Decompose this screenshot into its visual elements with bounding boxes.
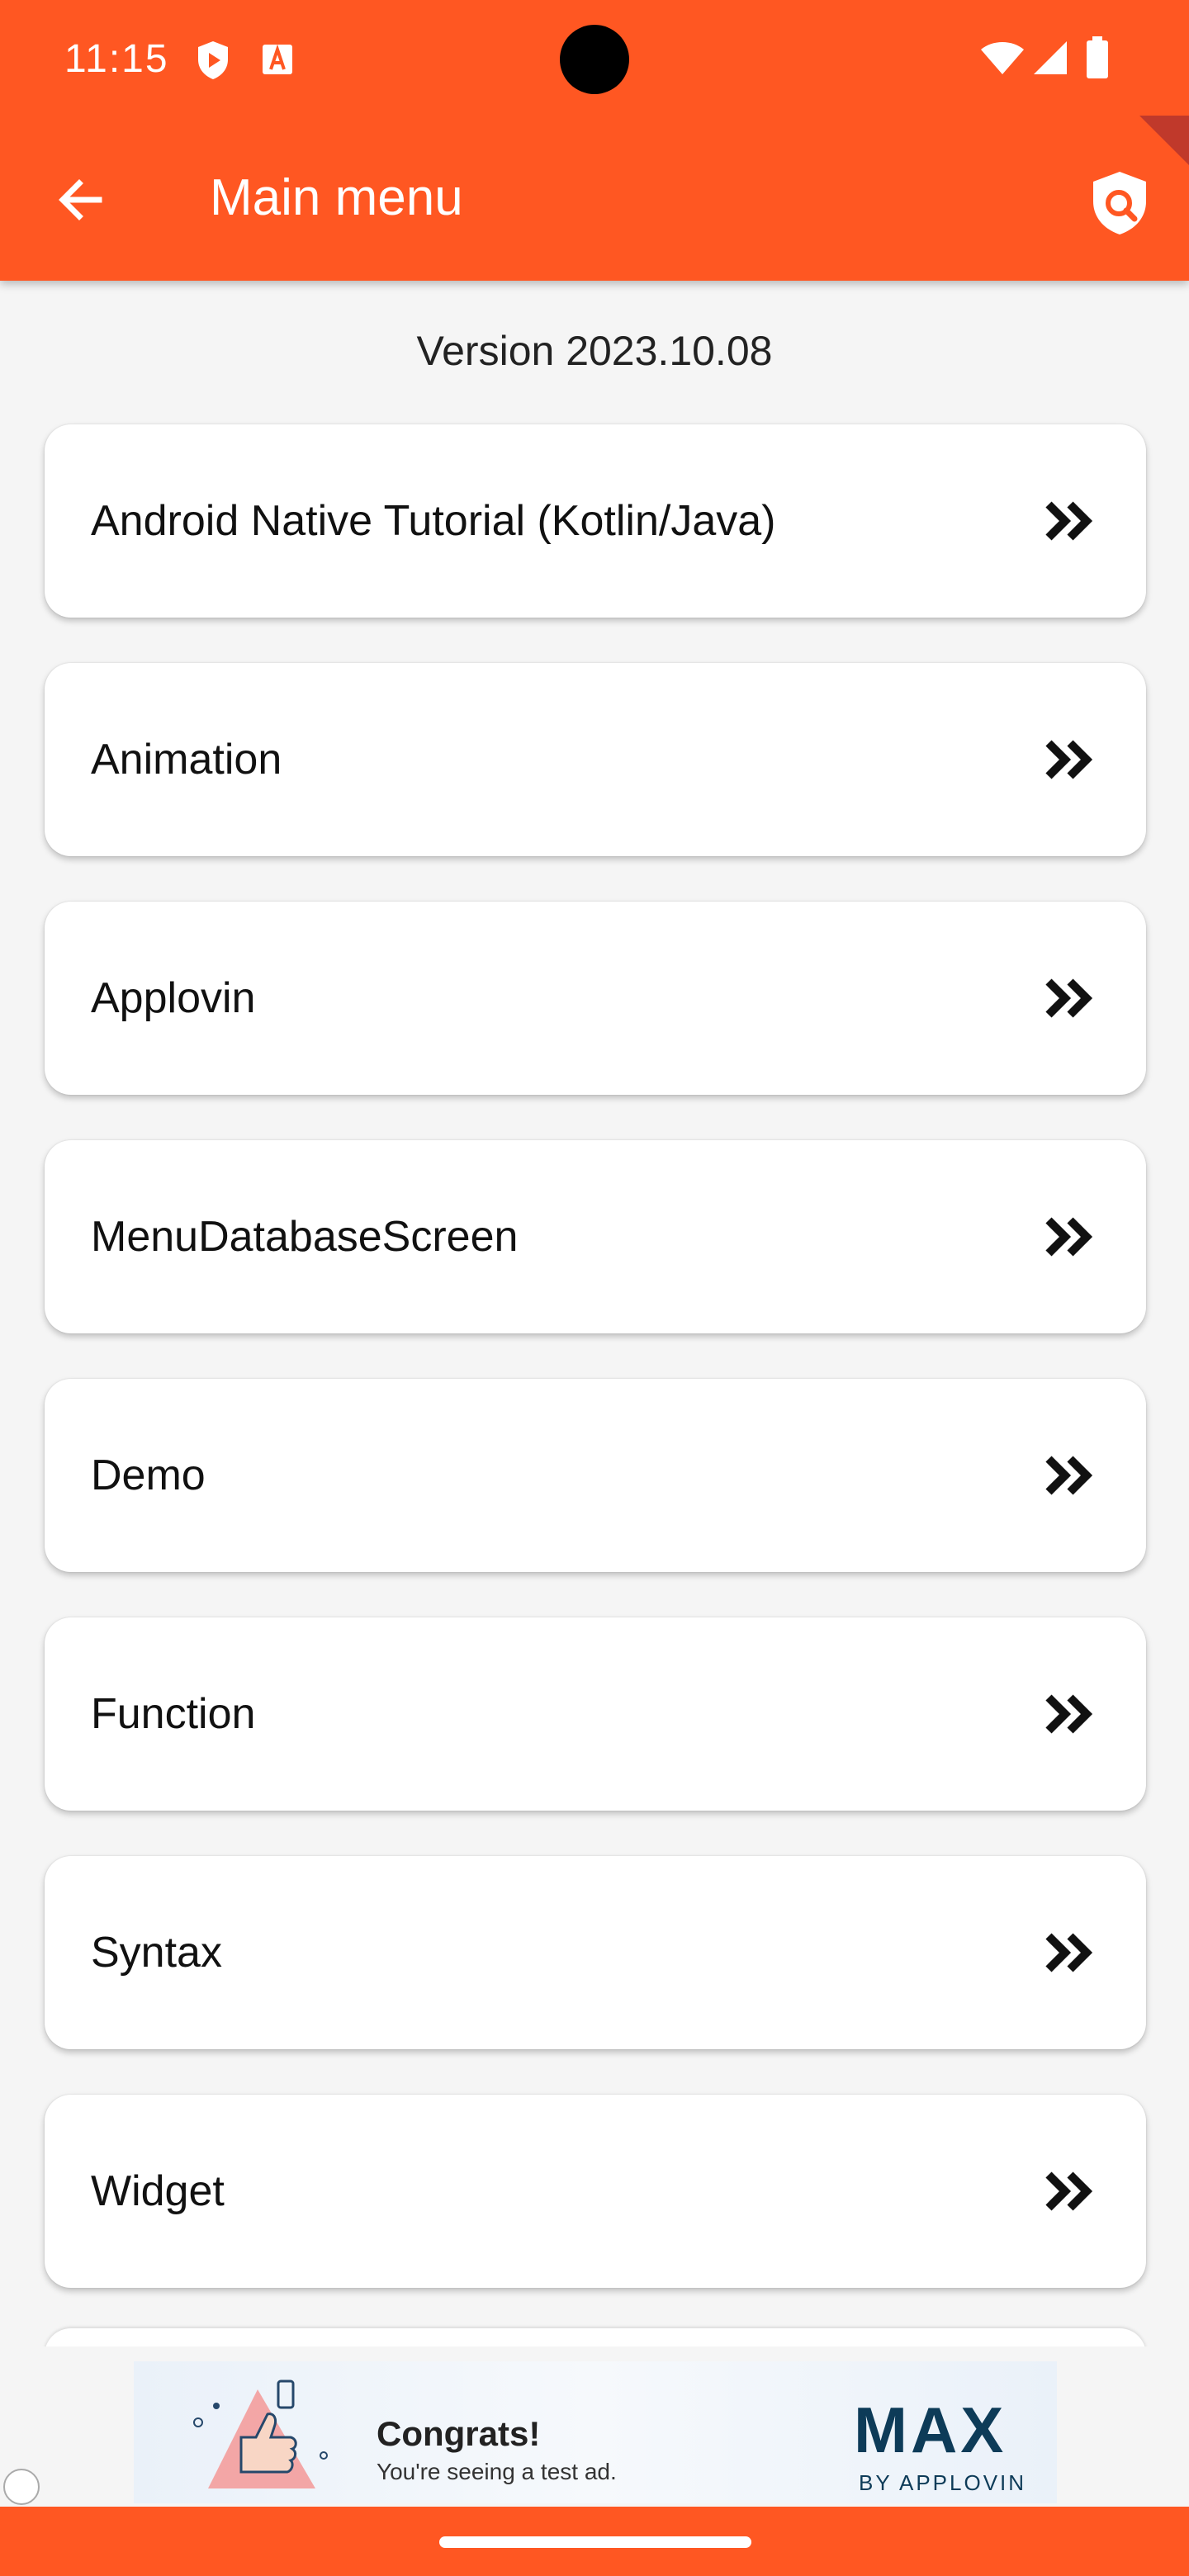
menu-item-label: Widget [91, 2167, 225, 2215]
menu-item-widget[interactable]: Widget [45, 2095, 1146, 2288]
page-title: Main menu [210, 169, 463, 226]
menu-item-android-native-tutorial[interactable]: Android Native Tutorial (Kotlin/Java) [45, 424, 1146, 618]
status-bar: 11:15 [0, 0, 1189, 124]
thumbs-up-icon [193, 2379, 328, 2488]
menu-item-label: MenuDatabaseScreen [91, 1213, 519, 1261]
version-label: Version 2023.10.08 [416, 328, 773, 374]
debug-banner [1139, 116, 1189, 165]
status-time: 11:15 [64, 37, 169, 81]
double-chevron-right-icon [1045, 1694, 1093, 1734]
ad-brand-logo: MAX [854, 2394, 1007, 2466]
ad-headline: Congrats! [377, 2414, 541, 2453]
ad-subtext: You're seeing a test ad. [377, 2459, 617, 2484]
ad-info-icon[interactable] [3, 2469, 40, 2505]
shield-play-icon [198, 41, 228, 79]
double-chevron-right-icon [1045, 501, 1093, 541]
menu-item-syntax[interactable]: Syntax [45, 1856, 1146, 2049]
font-a-icon [263, 44, 292, 74]
menu-item-animation[interactable]: Animation [45, 663, 1146, 856]
arrow-left-icon[interactable] [51, 170, 111, 230]
menu-item-label: Applovin [91, 974, 256, 1022]
double-chevron-right-icon [1045, 1456, 1093, 1495]
double-chevron-right-icon [1045, 740, 1093, 779]
front-camera [560, 25, 629, 94]
battery-icon [1087, 36, 1108, 78]
menu-item-label: Animation [91, 736, 282, 784]
signal-icon [1034, 41, 1067, 74]
menu-item-database-screen[interactable]: MenuDatabaseScreen [45, 1140, 1146, 1333]
ad-brand-sub: BY APPLOVIN [859, 2470, 1027, 2495]
menu-item-label: Android Native Tutorial (Kotlin/Java) [91, 497, 776, 545]
navigation-bar [0, 2507, 1189, 2576]
menu-item-demo[interactable]: Demo [45, 1379, 1146, 1572]
menu-item-applovin[interactable]: Applovin [45, 902, 1146, 1095]
menu-item-label: Demo [91, 1451, 206, 1499]
wifi-icon [981, 42, 1024, 74]
double-chevron-right-icon [1045, 1933, 1093, 1972]
double-chevron-right-icon [1045, 978, 1093, 1018]
home-gesture-handle[interactable] [439, 2536, 751, 2548]
double-chevron-right-icon [1045, 1217, 1093, 1257]
menu-item-label: Syntax [91, 1929, 222, 1977]
double-chevron-right-icon [1045, 2171, 1093, 2211]
shield-search-icon[interactable] [1088, 168, 1151, 238]
menu-item-function[interactable]: Function [45, 1617, 1146, 1811]
ad-banner[interactable]: Congrats! You're seeing a test ad. MAX B… [134, 2361, 1057, 2503]
menu-item-label: Function [91, 1690, 256, 1738]
app-bar: 11:15 Main menu [0, 0, 1189, 281]
